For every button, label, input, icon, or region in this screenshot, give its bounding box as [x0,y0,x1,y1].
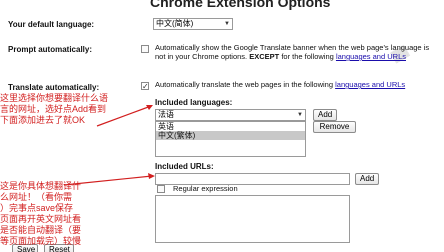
annotation-line: 这里选择你想要翻译什么语 [0,93,109,103]
annotation-line: 等页面加载完）较慢 [0,236,82,246]
prompt-auto-description: Automatically show the Google Translate … [155,43,440,61]
translate-auto-description: Automatically translate the web pages in… [155,80,440,89]
included-languages-list[interactable]: 英语 中文(繁体) [155,121,306,157]
annotation-line: 是否能自动翻译（要 [0,225,82,235]
translate-auto-label: Translate automatically: [8,83,100,92]
language-select-value: 法语 [158,110,174,119]
annotation-line: 页面再开英文网址看 [0,214,82,224]
translate-auto-checkbox[interactable] [141,82,149,90]
chevron-down-icon: ▼ [297,112,303,118]
prompt-auto-languages-link[interactable]: languages and URLs [336,52,406,61]
remove-language-button[interactable]: Remove [313,121,356,133]
annotation-arrow-bottom [63,173,155,186]
translate-auto-text: Automatically translate the web pages in… [155,80,336,89]
annotation-line: 言的网址，选好点Add看到 [0,104,107,114]
add-url-button[interactable]: Add [355,173,379,185]
language-select[interactable]: 法语 ▼ [155,109,306,121]
annotation-line: 么网址！（看你需 [0,192,73,202]
prompt-auto-except: EXCEPT [249,52,280,61]
list-item[interactable]: 英语 [156,122,305,131]
list-item[interactable]: 中文(繁体) [156,131,305,140]
regex-label: Regular expression [173,184,238,193]
annotation-line: ）完事点save保存 [0,203,74,213]
add-language-button[interactable]: Add [313,109,337,121]
prompt-auto-text-mid: for the following [279,52,336,61]
default-language-value: 中文(简体) [156,19,194,28]
included-urls-heading: Included URLs: [155,162,214,171]
prompt-auto-label: Prompt automatically: [8,45,93,54]
included-urls-list[interactable] [155,195,350,243]
annotation-line: 下面添加进去了就OK [0,115,86,125]
annotation-arrow-top [96,105,153,127]
annotation-top: 这里选择你想要翻译什么语 言的网址，选好点Add看到 下面添加进去了就OK [0,93,108,126]
translate-auto-languages-link[interactable]: languages and URLs [335,80,405,89]
page-title: Chrome Extension Options [150,0,331,10]
default-language-select[interactable]: 中文(简体) ▼ [153,18,233,30]
regex-checkbox[interactable] [157,185,165,193]
default-language-label: Your default language: [8,20,95,29]
prompt-auto-checkbox[interactable] [141,45,149,53]
chevron-down-icon: ▼ [224,21,230,27]
included-languages-heading: Included languages: [155,98,233,107]
annotation-bottom: 这是你具体想翻译什 么网址！（看你需 ）完事点save保存 页面再开英文网址看 … [0,181,81,247]
